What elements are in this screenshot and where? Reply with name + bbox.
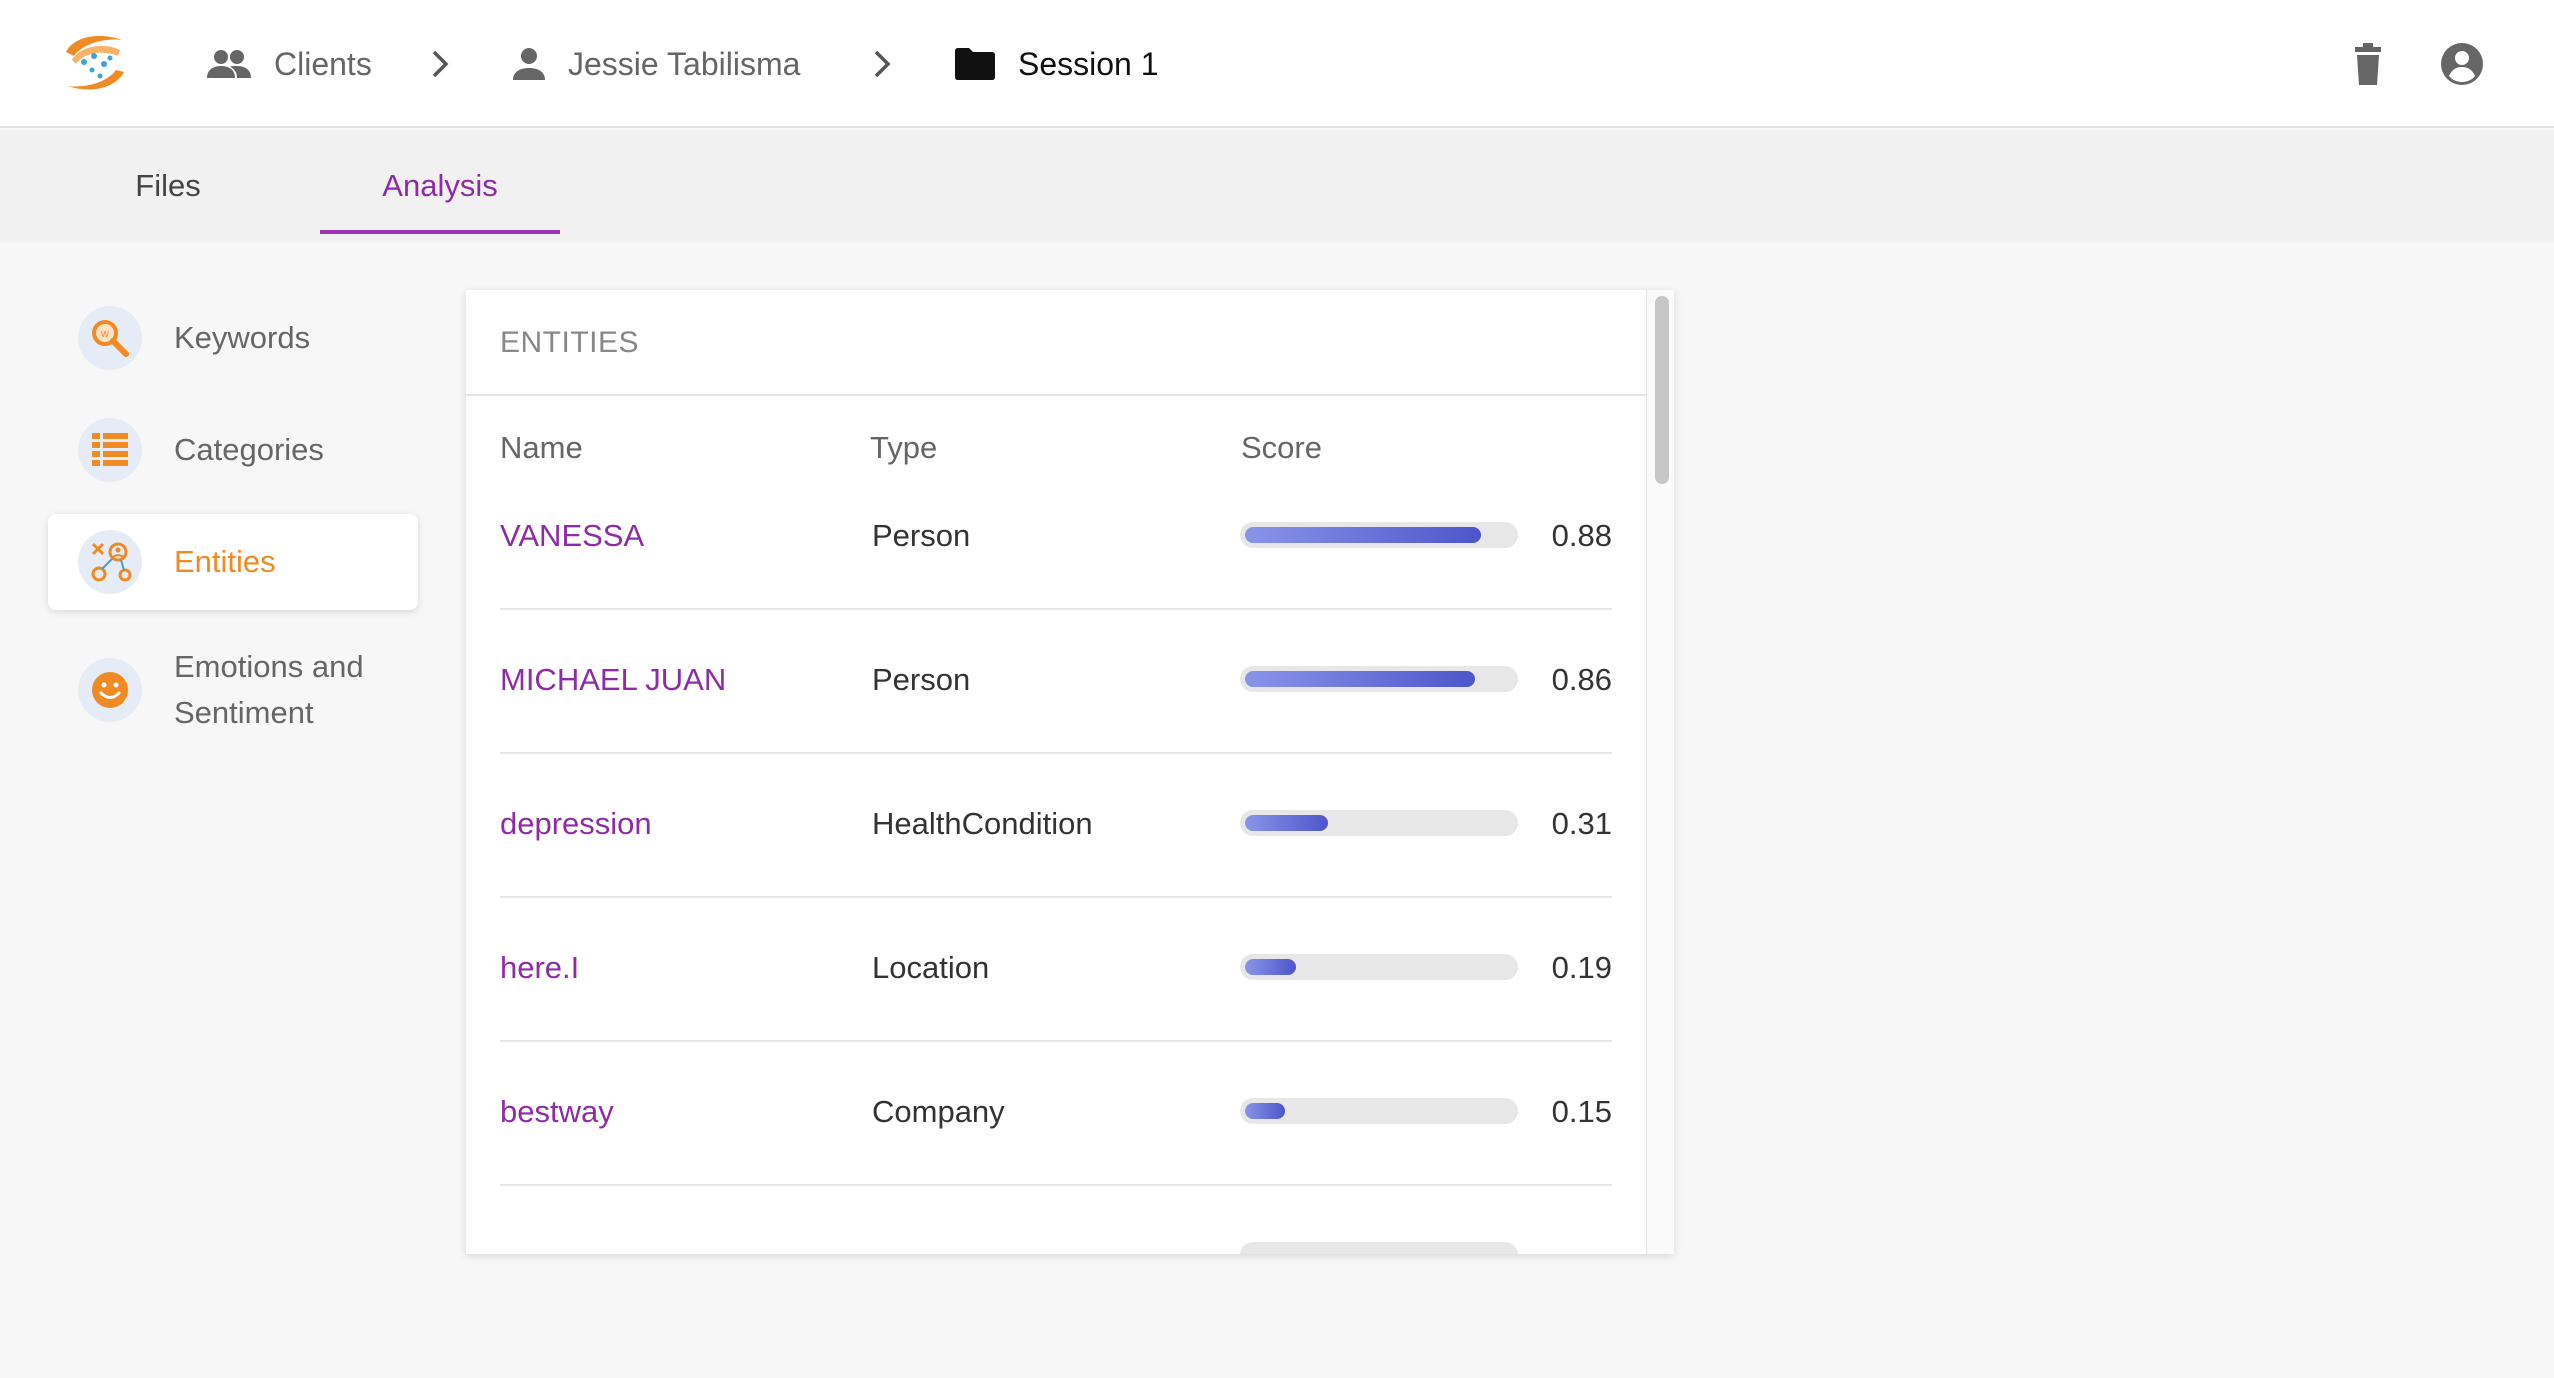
table-row[interactable]: depression HealthCondition 0.31 bbox=[500, 754, 1612, 898]
entity-name[interactable]: VANESSA bbox=[500, 518, 644, 554]
column-header-score: Score bbox=[1241, 430, 1322, 465]
people-icon bbox=[206, 49, 252, 79]
sidebar-item-label: Categories bbox=[174, 432, 324, 467]
score-bar-fill bbox=[1245, 959, 1296, 975]
entities-card: ENTITIES Name Type Score VANESSA Person … bbox=[466, 290, 1674, 1254]
tab-files[interactable]: Files bbox=[94, 130, 242, 242]
tab-analysis[interactable]: Analysis bbox=[320, 130, 560, 242]
table-row[interactable]: bestway Company 0.15 bbox=[500, 1042, 1612, 1186]
score-bar-fill bbox=[1245, 1103, 1285, 1119]
entity-name[interactable]: bestway bbox=[500, 1094, 614, 1130]
account-circle-icon[interactable] bbox=[2436, 38, 2488, 90]
app-logo[interactable] bbox=[60, 30, 130, 96]
entity-type: HealthCondition bbox=[872, 806, 1093, 841]
entity-type: Person bbox=[872, 518, 971, 553]
tab-label: Files bbox=[135, 168, 201, 203]
keyword-search-icon: w bbox=[78, 306, 142, 370]
smiley-icon bbox=[78, 658, 142, 722]
tab-bar: Files Analysis bbox=[0, 130, 2554, 242]
sidebar-item-entities[interactable]: Entities bbox=[48, 514, 418, 610]
table-row[interactable]: VANESSA Person 0.88 bbox=[500, 476, 1612, 610]
entity-type: Location bbox=[872, 950, 990, 985]
chevron-right-icon bbox=[432, 50, 449, 78]
categories-list-icon bbox=[78, 418, 142, 482]
entity-score: 0.19 bbox=[1551, 950, 1612, 985]
column-header-name: Name bbox=[500, 430, 583, 465]
score-bar bbox=[1240, 1098, 1518, 1124]
table-row[interactable]: here.I Location 0.19 bbox=[500, 898, 1612, 1042]
column-header-type: Type bbox=[870, 430, 938, 465]
breadcrumb-label: Clients bbox=[274, 45, 372, 82]
scrollbar[interactable] bbox=[1646, 290, 1674, 1254]
entity-score: 0.86 bbox=[1551, 662, 1612, 697]
entities-icon bbox=[78, 530, 142, 594]
entity-type: Company bbox=[872, 1094, 1005, 1129]
app-header: Clients Jessie Tabilisma Session 1 bbox=[0, 0, 2554, 128]
sidebar-item-keywords[interactable]: w Keywords bbox=[48, 298, 418, 378]
sidebar-item-label: Keywords bbox=[174, 320, 311, 355]
tab-label: Analysis bbox=[382, 168, 498, 203]
entity-type: Person bbox=[872, 662, 971, 697]
table-row[interactable]: MICHAEL JUAN Person 0.86 bbox=[500, 610, 1612, 754]
entity-score: 0.31 bbox=[1551, 806, 1612, 841]
table-row[interactable] bbox=[500, 1186, 1612, 1254]
trash-icon[interactable] bbox=[2342, 38, 2394, 90]
score-bar-fill bbox=[1245, 527, 1481, 543]
breadcrumb-label: Session 1 bbox=[1018, 45, 1159, 82]
score-bar bbox=[1240, 666, 1518, 692]
score-bar-fill bbox=[1245, 671, 1475, 687]
sidebar-item-emotions[interactable]: Emotions and Sentiment bbox=[48, 640, 418, 740]
sidebar-item-categories[interactable]: Categories bbox=[48, 410, 418, 490]
svg-text:w: w bbox=[100, 328, 109, 340]
person-icon bbox=[512, 47, 546, 81]
score-bar bbox=[1240, 522, 1518, 548]
scrollbar-thumb[interactable] bbox=[1655, 296, 1669, 484]
sidebar-item-label: Entities bbox=[174, 544, 276, 579]
entity-score: 0.15 bbox=[1551, 1094, 1612, 1129]
breadcrumb-clients[interactable]: Clients bbox=[206, 34, 372, 94]
score-bar bbox=[1240, 810, 1518, 836]
breadcrumb-label: Jessie Tabilisma bbox=[568, 45, 801, 82]
entity-score: 0.88 bbox=[1551, 518, 1612, 553]
score-bar bbox=[1240, 954, 1518, 980]
entity-name[interactable]: depression bbox=[500, 806, 652, 842]
score-bar bbox=[1240, 1242, 1518, 1254]
chevron-right-icon bbox=[874, 50, 891, 78]
sidebar-item-label: Emotions and Sentiment bbox=[174, 649, 364, 730]
score-bar-fill bbox=[1245, 815, 1328, 831]
entity-name[interactable]: MICHAEL JUAN bbox=[500, 662, 726, 698]
entity-name[interactable]: here.I bbox=[500, 950, 579, 986]
card-title: ENTITIES bbox=[466, 290, 1646, 396]
breadcrumb-session[interactable]: Session 1 bbox=[954, 34, 1159, 94]
breadcrumb-client[interactable]: Jessie Tabilisma bbox=[512, 34, 800, 94]
folder-icon bbox=[954, 47, 996, 81]
